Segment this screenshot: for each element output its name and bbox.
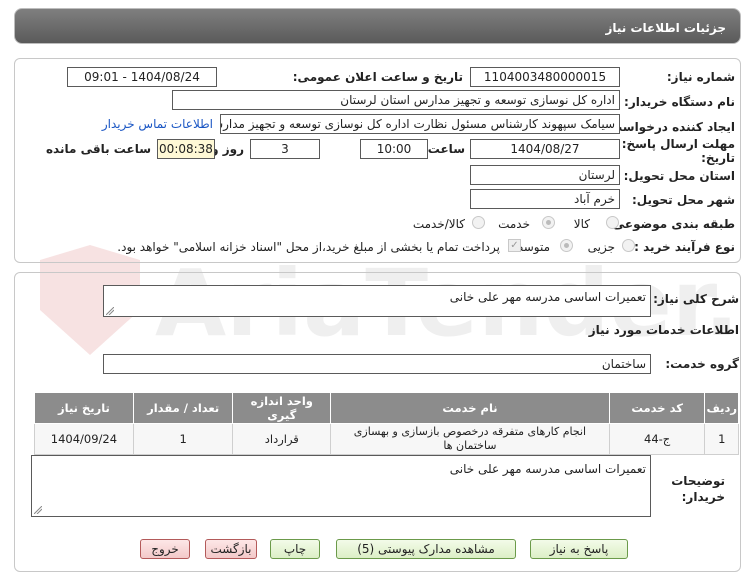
col-header-unit: واحد اندازه گیری — [232, 392, 332, 424]
deadline-time-field: 10:00 — [360, 139, 428, 159]
table-row: 1 ج-44 انجام کارهای متفرقه درخصوص بازساز… — [34, 423, 739, 455]
city-label: شهر محل تحویل: — [631, 193, 735, 207]
col-header-row-number: ردیف — [704, 392, 739, 424]
need-number-label: شماره نیاز: — [666, 70, 735, 84]
view-attachments-button[interactable]: مشاهده مدارک پیوستی (5) — [336, 539, 516, 559]
province-label: استان محل تحویل: — [623, 169, 735, 183]
category-radio-goods[interactable] — [606, 216, 619, 229]
category-option-goods: کالا — [573, 217, 590, 231]
col-header-need-date: تاریخ نیاز — [34, 392, 134, 424]
table-header-row: ردیف کد خدمت نام خدمت واحد اندازه گیری ت… — [34, 392, 739, 424]
need-info-panel — [14, 58, 741, 263]
buyer-notes-text: تعمیرات اساسی مدرسه مهر علی خانی — [449, 462, 646, 476]
exit-button[interactable]: خروج — [140, 539, 190, 559]
deadline-label: مهلت ارسال پاسخ: تا — [608, 137, 736, 151]
remaining-time-field: 00:08:38 — [157, 139, 215, 159]
need-number-field: 1104003480000015 — [470, 67, 620, 87]
process-radio-medium[interactable] — [560, 239, 573, 252]
col-header-service-name: نام خدمت — [330, 392, 610, 424]
announce-datetime-field: 1404/08/24 - 09:01 — [67, 67, 217, 87]
creator-field: سیامک سپهوند کارشناس مسئول نظارت اداره ک… — [220, 114, 620, 134]
buyer-org-label: نام دستگاه خریدار: — [624, 95, 735, 109]
service-group-field: ساختمان — [103, 354, 651, 374]
process-option-minor: جزیی — [587, 240, 615, 254]
days-remaining-field: 3 — [250, 139, 320, 159]
buyer-notes-label-2: خریدار: — [681, 490, 725, 504]
deadline-date-field: 1404/08/27 — [470, 139, 620, 159]
notes-resize-handle-icon[interactable] — [34, 506, 42, 514]
col-header-service-code: کد خدمت — [608, 392, 706, 424]
buyer-org-field: اداره کل نوسازی توسعه و تجهیز مدارس استا… — [172, 90, 620, 110]
category-label: طبقه بندی موضوعی: — [607, 217, 735, 231]
cell-row-number: 1 — [704, 423, 739, 455]
cell-service-code: ج-44 — [608, 423, 706, 455]
services-heading: اطلاعات خدمات مورد نیاز — [588, 323, 739, 337]
treasury-payment-note: پرداخت تمام یا بخشی از مبلغ خرید،از محل … — [117, 240, 500, 254]
cell-unit: قرارداد — [232, 423, 332, 455]
reply-button[interactable]: پاسخ به نیاز — [530, 539, 628, 559]
services-table: ردیف کد خدمت نام خدمت واحد اندازه گیری ت… — [34, 392, 739, 455]
city-field: خرم آباد — [470, 189, 620, 209]
province-field: لرستان — [470, 165, 620, 185]
cell-need-date: 1404/09/24 — [34, 423, 134, 455]
buyer-contact-link[interactable]: اطلاعات تماس خریدار — [102, 117, 213, 131]
category-option-goods-service: کالا/خدمت — [412, 217, 465, 231]
deadline-label-date: تاریخ: — [701, 151, 735, 165]
back-button[interactable]: بازگشت — [205, 539, 257, 559]
buyer-notes-field: تعمیرات اساسی مدرسه مهر علی خانی — [31, 455, 651, 517]
summary-label: شرح کلی نیاز: — [653, 292, 739, 306]
page-header: جزئیات اطلاعات نیاز — [14, 8, 741, 44]
remaining-time-label: ساعت باقی مانده — [45, 142, 151, 156]
category-option-service: خدمت — [498, 217, 530, 231]
summary-text: تعمیرات اساسی مدرسه مهر علی خانی — [449, 290, 646, 304]
print-button[interactable]: چاپ — [270, 539, 320, 559]
category-radio-goods-service[interactable] — [472, 216, 485, 229]
days-label: روز و — [211, 142, 244, 156]
deadline-time-label: ساعت — [427, 142, 465, 156]
announce-datetime-label: تاریخ و ساعت اعلان عمومی: — [292, 70, 463, 84]
cell-quantity: 1 — [132, 423, 234, 455]
creator-label: ایجاد کننده درخواست: — [605, 120, 735, 134]
page-title: جزئیات اطلاعات نیاز — [605, 21, 726, 35]
buyer-notes-label: توضیحات — [671, 474, 725, 488]
treasury-payment-checkbox[interactable]: ✓ — [508, 239, 521, 252]
service-group-label: گروه خدمت: — [665, 357, 739, 371]
category-radio-service[interactable] — [542, 216, 555, 229]
summary-field: تعمیرات اساسی مدرسه مهر علی خانی — [103, 285, 651, 317]
cell-service-name: انجام کارهای متفرقه درخصوص بازسازی و بهس… — [330, 423, 610, 455]
col-header-quantity: تعداد / مقدار — [132, 392, 234, 424]
process-radio-minor[interactable] — [622, 239, 635, 252]
resize-handle-icon[interactable] — [106, 307, 114, 315]
process-label: نوع فرآیند خرید : — [634, 240, 735, 254]
